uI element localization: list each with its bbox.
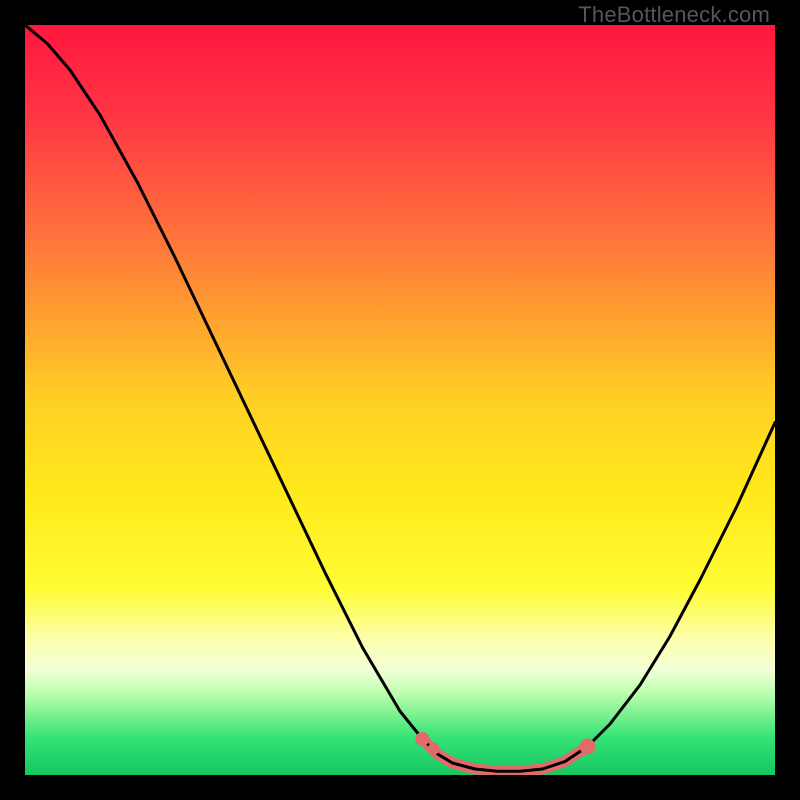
highlight-marker xyxy=(428,743,440,755)
watermark-text: TheBottleneck.com xyxy=(578,2,770,28)
gradient-background xyxy=(25,25,775,775)
chart-frame: TheBottleneck.com xyxy=(0,0,800,800)
plot-area xyxy=(25,25,775,775)
chart-svg xyxy=(25,25,775,775)
highlight-marker xyxy=(416,732,430,746)
highlight-marker xyxy=(580,739,596,755)
